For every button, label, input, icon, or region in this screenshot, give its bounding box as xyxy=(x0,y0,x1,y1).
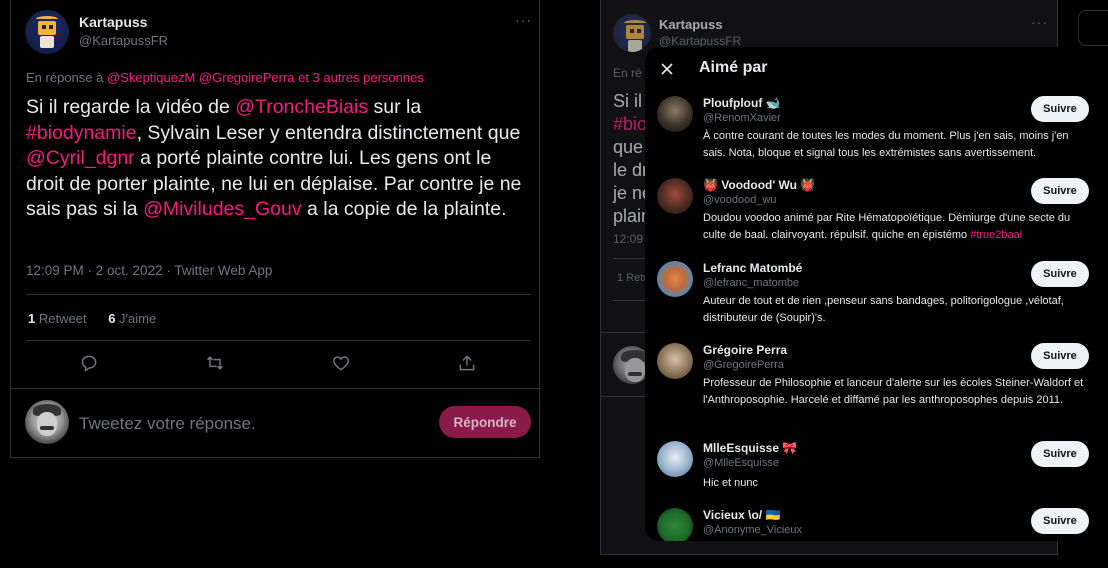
like-icon[interactable] xyxy=(331,353,351,373)
author-avatar[interactable] xyxy=(25,10,69,54)
tweet-timestamp[interactable]: 12:09 PM · 2 oct. 2022 · Twitter Web App xyxy=(26,263,272,278)
liker-name[interactable]: Grégoire Perra xyxy=(703,343,787,357)
liker-handle[interactable]: @MlleEsquisse xyxy=(703,457,779,469)
liker-name[interactable]: MlleEsquisse 🎀 xyxy=(703,441,797,455)
mention-link[interactable]: @Cyril_dgnr xyxy=(26,147,135,169)
follow-button[interactable]: Suivre xyxy=(1031,178,1089,204)
tweet-text: Si il regarde la vidéo de @TroncheBiais … xyxy=(26,95,531,223)
text-part: sur la xyxy=(368,96,422,118)
liker-bio: À contre courant de toutes les modes du … xyxy=(703,130,1069,159)
author-name[interactable]: Kartapuss xyxy=(79,14,147,30)
liker-bio: Auteur de tout et de rien ,penseur sans … xyxy=(703,295,1064,324)
follow-button[interactable]: Suivre xyxy=(1031,343,1089,369)
side-widget-edge xyxy=(1078,10,1108,46)
liker-bio: Doudou voodoo animé par Rite Hématopoïét… xyxy=(703,212,1071,241)
liker-handle[interactable]: @voodood_wu xyxy=(703,194,777,206)
liked-by-modal: Aimé par Ploufplouf 🐋 @RenomXavier À con… xyxy=(645,47,1100,541)
liker-handle[interactable]: @GregoirePerra xyxy=(703,359,784,371)
liker-handle[interactable]: @RenomXavier xyxy=(703,112,781,124)
more-icon[interactable]: ··· xyxy=(515,12,532,28)
liker-avatar[interactable] xyxy=(657,343,693,379)
divider xyxy=(26,340,531,341)
text-part: a la copie de la plainte. xyxy=(301,198,507,220)
author-handle[interactable]: @KartapussFR xyxy=(79,33,168,48)
follow-button[interactable]: Suivre xyxy=(1031,508,1089,534)
divider xyxy=(26,294,531,295)
reply-icon[interactable] xyxy=(79,353,99,373)
liker-name[interactable]: Ploufplouf 🐋 xyxy=(703,96,781,110)
liker-bio: Professeur de Philosophie et lanceur d'a… xyxy=(703,377,1084,406)
text-part: , Sylvain Leser y entendra distinctement… xyxy=(136,121,521,144)
reply-context: En réponse à @SkeptiquezM @GregoirePerra… xyxy=(26,70,424,85)
close-icon[interactable] xyxy=(657,59,677,79)
reply-mentions[interactable]: @SkeptiquezM @GregoirePerra et 3 autres … xyxy=(107,70,424,85)
liker-name[interactable]: Vicieux \o/ 🇺🇦 xyxy=(703,508,780,522)
modal-title: Aimé par xyxy=(699,59,768,76)
liker-avatar[interactable] xyxy=(657,508,693,541)
current-user-avatar[interactable] xyxy=(25,400,69,444)
like-stat[interactable]: 6 J'aime xyxy=(108,311,156,326)
follow-button[interactable]: Suivre xyxy=(1031,96,1089,122)
mention-link[interactable]: @TroncheBiais xyxy=(235,96,368,118)
tweet-stats: 1 Retweet 6 J'aime xyxy=(28,311,156,326)
liker-avatar[interactable] xyxy=(657,441,693,477)
follow-button[interactable]: Suivre xyxy=(1031,441,1089,467)
liker-avatar[interactable] xyxy=(657,178,693,214)
reply-input[interactable]: Tweetez votre réponse. xyxy=(79,414,256,434)
liker-avatar[interactable] xyxy=(657,261,693,297)
divider xyxy=(11,388,541,389)
text-part: Si il regarde la vidéo de xyxy=(26,96,236,118)
hashtag-link[interactable]: #biodynamie xyxy=(26,122,137,144)
main-tweet-panel: Kartapuss @KartapussFR ··· En réponse à … xyxy=(10,0,541,458)
liker-handle[interactable]: @lefranc_matombe xyxy=(703,277,799,289)
liker-avatar[interactable] xyxy=(657,96,693,132)
mention-link[interactable]: @Miviludes_Gouv xyxy=(143,198,302,220)
share-icon[interactable] xyxy=(457,353,477,373)
retweet-icon[interactable] xyxy=(205,353,225,373)
hashtag-link[interactable]: #true2baal xyxy=(970,229,1022,241)
liker-name[interactable]: 👹 Voodood' Wu 👹 xyxy=(703,178,815,192)
liker-handle[interactable]: @Anonyme_Vicieux xyxy=(703,524,802,536)
liker-bio: Hic et nunc xyxy=(703,477,759,489)
retweet-stat[interactable]: 1 Retweet xyxy=(28,311,87,326)
reply-button[interactable]: Répondre xyxy=(439,406,531,438)
reply-prefix: En réponse à xyxy=(26,70,104,85)
liker-name[interactable]: Lefranc Matombé xyxy=(703,261,802,275)
follow-button[interactable]: Suivre xyxy=(1031,261,1089,287)
